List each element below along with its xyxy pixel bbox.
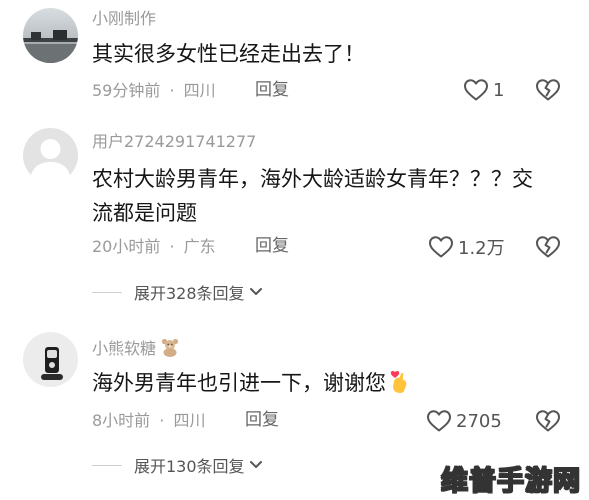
meta-separator: · <box>159 411 165 430</box>
comment-time: 59分钟前 <box>92 81 161 100</box>
teddy-bear-icon <box>161 338 179 357</box>
avatar[interactable] <box>23 8 78 63</box>
meta-separator: · <box>169 237 175 256</box>
comment-username[interactable]: 小刚制作 <box>92 9 156 29</box>
dislike-button[interactable] <box>535 78 561 104</box>
comment-time: 8小时前 <box>92 411 151 430</box>
chevron-down-icon <box>249 288 262 295</box>
comment-location: 四川 <box>183 81 216 100</box>
chevron-down-icon <box>249 461 262 468</box>
comment-username[interactable]: 用户2724291741277 <box>92 132 256 152</box>
avatar[interactable] <box>23 128 78 183</box>
broken-heart-icon <box>536 236 560 258</box>
avatar[interactable] <box>23 332 78 387</box>
like-count: 2705 <box>456 410 502 432</box>
meta-separator: · <box>169 81 175 100</box>
reply-button[interactable]: 回复 <box>255 80 289 100</box>
comment-text-line: 农村大龄男青年，海外大龄适龄女青年？？？交 <box>92 167 533 191</box>
expand-replies-button[interactable]: 展开130条回复 <box>92 455 263 476</box>
heart-icon <box>429 236 453 258</box>
comment-text-line: 流都是问题 <box>92 201 197 225</box>
dislike-button[interactable] <box>535 409 561 435</box>
comment-username[interactable]: 小熊软糖 <box>92 338 180 359</box>
reply-button[interactable]: 回复 <box>245 410 279 430</box>
expand-replies-button[interactable]: 展开328条回复 <box>92 282 263 303</box>
comment-meta: 20小时前 · 广东 <box>92 237 216 257</box>
comment-list: 小刚制作 其实很多女性已经走出去了！ 59分钟前 · 四川 回复 1 用户272… <box>0 0 589 500</box>
expand-replies-label: 展开130条回复 <box>134 457 245 476</box>
comment-location: 广东 <box>183 237 216 256</box>
like-count: 1.2万 <box>458 238 505 259</box>
comment-text-body: 海外男青年也引进一下，谢谢您 <box>92 371 386 395</box>
comment-time: 20小时前 <box>92 237 161 256</box>
like-button[interactable]: 2705 <box>426 408 502 434</box>
heart-icon <box>464 79 488 101</box>
comment-text: 海外男青年也引进一下，谢谢您 <box>92 366 410 400</box>
heart-icon <box>427 410 451 432</box>
comment-username-text: 小熊软糖 <box>92 339 157 358</box>
dislike-button[interactable] <box>535 235 561 261</box>
broken-heart-icon <box>536 410 560 432</box>
like-button[interactable]: 1 <box>463 77 504 103</box>
comment-meta: 59分钟前 · 四川 <box>92 81 216 101</box>
comment-text: 其实很多女性已经走出去了！ <box>92 42 365 66</box>
reply-button[interactable]: 回复 <box>255 236 289 256</box>
comment-meta: 8小时前 · 四川 <box>92 411 205 431</box>
expand-replies-label: 展开328条回复 <box>134 284 245 303</box>
broken-heart-icon <box>536 79 560 101</box>
divider-line <box>92 464 122 466</box>
like-button[interactable]: 1.2万 <box>428 234 505 260</box>
finger-heart-icon <box>390 370 407 393</box>
like-count: 1 <box>493 79 505 101</box>
watermark-text: 维普手游网 <box>440 465 581 497</box>
divider-line <box>92 291 122 293</box>
comment-location: 四川 <box>173 411 206 430</box>
